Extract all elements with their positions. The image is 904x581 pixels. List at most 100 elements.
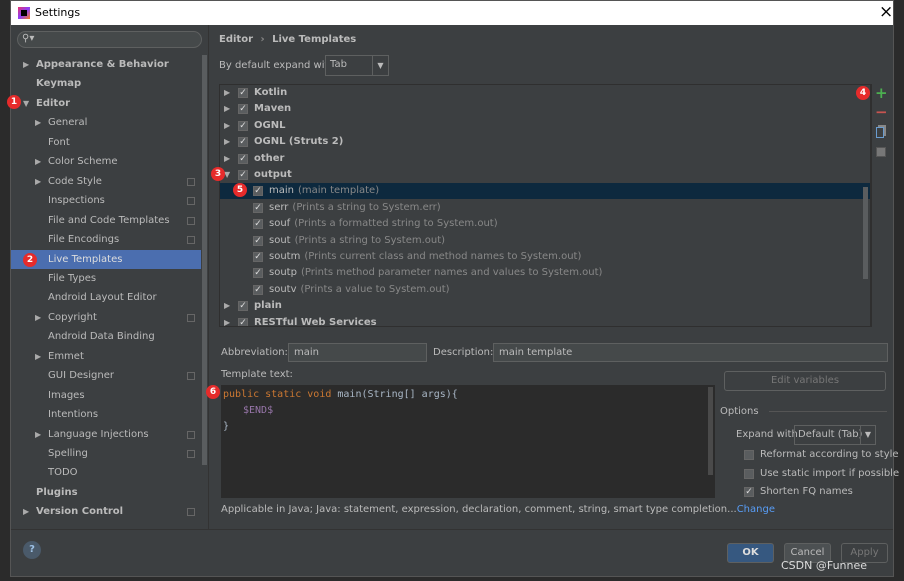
enabled-checkbox[interactable]: ✓ bbox=[253, 284, 263, 295]
sidebar-item-intentions[interactable]: Intentions bbox=[11, 405, 201, 424]
sidebar-item-live-templates[interactable]: Live Templates bbox=[11, 249, 201, 269]
expand-arrow-icon[interactable]: ▶ bbox=[23, 55, 29, 74]
sidebar-item-code-style[interactable]: ▶ Code Style bbox=[11, 172, 201, 191]
template-group-row[interactable]: ▶ ✓ plain bbox=[220, 298, 870, 314]
copy-icon[interactable] bbox=[876, 127, 884, 138]
enabled-checkbox[interactable]: ✓ bbox=[253, 235, 263, 246]
template-row[interactable]: ✓ main (main template) bbox=[220, 183, 870, 200]
ok-button[interactable]: OK bbox=[727, 543, 774, 563]
expand-arrow-icon[interactable]: ▶ bbox=[35, 308, 41, 327]
add-template-button[interactable]: + bbox=[875, 84, 888, 102]
template-row[interactable]: ✓ serr (Prints a string to System.err) bbox=[220, 200, 870, 216]
sidebar-scrollbar[interactable] bbox=[202, 55, 207, 465]
enabled-checkbox[interactable]: ✓ bbox=[238, 301, 248, 312]
enabled-checkbox[interactable]: ✓ bbox=[238, 317, 248, 326]
sidebar-item-color-scheme[interactable]: ▶ Color Scheme bbox=[11, 152, 201, 171]
list-icon[interactable] bbox=[876, 147, 886, 157]
sidebar-item-spelling[interactable]: Spelling bbox=[11, 444, 201, 463]
template-row[interactable]: ✓ souf (Prints a formatted string to Syste… bbox=[220, 216, 870, 232]
template-name: soutm (Prints current class and method na… bbox=[269, 249, 581, 265]
expand-arrow-icon[interactable]: ▶ bbox=[35, 347, 41, 366]
enabled-checkbox[interactable]: ✓ bbox=[253, 268, 263, 279]
template-group-row[interactable]: ▶ ✓ OGNL (Struts 2) bbox=[220, 134, 870, 150]
template-row[interactable]: ✓ soutv (Prints a value to System.out) bbox=[220, 282, 870, 298]
remove-template-button[interactable]: − bbox=[875, 103, 888, 121]
expand-arrow-icon[interactable]: ▶ bbox=[224, 85, 230, 101]
sidebar-item-copyright[interactable]: ▶ Copyright bbox=[11, 308, 201, 327]
enabled-checkbox[interactable]: ✓ bbox=[253, 202, 263, 213]
sidebar-item-keymap[interactable]: Keymap bbox=[11, 74, 201, 93]
expand-arrow-icon[interactable]: ▶ bbox=[35, 113, 41, 132]
template-row[interactable]: ✓ sout (Prints a string to System.out) bbox=[220, 233, 870, 249]
sidebar-item-file-encodings[interactable]: File Encodings bbox=[11, 230, 201, 249]
checkbox[interactable] bbox=[744, 468, 754, 479]
sidebar-item-gui-designer[interactable]: GUI Designer bbox=[11, 366, 201, 385]
breadcrumb-editor[interactable]: Editor bbox=[219, 34, 253, 45]
template-row[interactable]: ✓ soutp (Prints method parameter names and… bbox=[220, 265, 870, 281]
template-name: RESTful Web Services bbox=[254, 315, 377, 326]
enabled-checkbox[interactable]: ✓ bbox=[238, 170, 248, 180]
change-context-link[interactable]: Change bbox=[737, 504, 775, 515]
expand-arrow-icon[interactable]: ▶ bbox=[35, 425, 41, 444]
search-input[interactable]: ⚲▾ bbox=[17, 31, 202, 48]
edit-variables-button[interactable]: Edit variables bbox=[724, 371, 886, 391]
description-input[interactable]: main template bbox=[493, 343, 888, 362]
sidebar-item-version-control[interactable]: ▶ Version Control bbox=[11, 502, 201, 521]
expand-arrow-icon[interactable]: ▶ bbox=[23, 502, 29, 521]
enabled-checkbox[interactable]: ✓ bbox=[238, 104, 248, 115]
collapse-arrow-icon[interactable]: ▼ bbox=[23, 94, 29, 113]
sidebar-item-plugins[interactable]: Plugins bbox=[11, 483, 201, 502]
template-text-editor[interactable]: public static void main(String[] args){ … bbox=[221, 385, 715, 498]
expand-arrow-icon[interactable]: ▶ bbox=[224, 101, 230, 117]
template-group-row[interactable]: ▼ ✓ output bbox=[220, 167, 870, 183]
expand-arrow-icon[interactable]: ▶ bbox=[224, 315, 230, 326]
expand-with-select[interactable]: Default (Tab) ▼ bbox=[794, 425, 876, 445]
sidebar-item-appearance-behavior[interactable]: ▶ Appearance & Behavior bbox=[11, 55, 201, 74]
sidebar-item-label: Appearance & Behavior bbox=[36, 59, 169, 70]
sidebar-item-editor[interactable]: ▼ Editor bbox=[11, 94, 201, 113]
enabled-checkbox[interactable]: ✓ bbox=[238, 153, 248, 164]
tree-scrollbar[interactable] bbox=[863, 187, 868, 279]
sidebar-item-images[interactable]: Images bbox=[11, 386, 201, 405]
help-button[interactable]: ? bbox=[23, 541, 41, 559]
close-icon[interactable]: × bbox=[879, 2, 893, 22]
template-row[interactable]: ✓ soutm (Prints current class and method n… bbox=[220, 249, 870, 265]
sidebar-item-file-and-code-templates[interactable]: File and Code Templates bbox=[11, 211, 201, 230]
sidebar-item-inspections[interactable]: Inspections bbox=[11, 191, 201, 210]
sidebar-item-emmet[interactable]: ▶ Emmet bbox=[11, 347, 201, 366]
enabled-checkbox[interactable]: ✓ bbox=[253, 219, 263, 230]
expand-arrow-icon[interactable]: ▶ bbox=[224, 298, 230, 314]
checkbox[interactable]: ✓ bbox=[744, 487, 754, 497]
project-settings-icon bbox=[187, 236, 195, 245]
enabled-checkbox[interactable]: ✓ bbox=[238, 137, 248, 148]
sidebar-item-general[interactable]: ▶ General bbox=[11, 113, 201, 132]
template-group-row[interactable]: ▶ ✓ Kotlin bbox=[220, 85, 870, 101]
annotation-badge-5: 5 bbox=[233, 183, 247, 197]
sidebar-item-language-injections[interactable]: ▶ Language Injections bbox=[11, 425, 201, 444]
abbreviation-input[interactable]: main bbox=[288, 343, 427, 362]
template-group-row[interactable]: ▶ ✓ other bbox=[220, 151, 870, 167]
enabled-checkbox[interactable]: ✓ bbox=[238, 88, 248, 98]
expand-arrow-icon[interactable]: ▶ bbox=[35, 172, 41, 191]
template-group-row[interactable]: ▶ ✓ Maven bbox=[220, 101, 870, 117]
expand-arrow-icon[interactable]: ▶ bbox=[224, 134, 230, 150]
template-name: output bbox=[254, 167, 292, 183]
expand-default-select[interactable]: Tab ▼ bbox=[325, 55, 389, 76]
sidebar-item-font[interactable]: Font bbox=[11, 133, 201, 152]
sidebar-item-todo[interactable]: TODO bbox=[11, 463, 201, 482]
expand-arrow-icon[interactable]: ▶ bbox=[35, 152, 41, 171]
template-group-row[interactable]: ▶ ✓ OGNL bbox=[220, 118, 870, 134]
expand-arrow-icon[interactable]: ▶ bbox=[224, 118, 230, 134]
applicable-contexts: Applicable in Java; Java: statement, exp… bbox=[221, 504, 775, 515]
sidebar-item-android-data-binding[interactable]: Android Data Binding bbox=[11, 327, 201, 346]
sidebar-item-file-types[interactable]: File Types bbox=[11, 269, 201, 288]
sidebar-item-android-layout-editor[interactable]: Android Layout Editor bbox=[11, 288, 201, 307]
enabled-checkbox[interactable]: ✓ bbox=[253, 186, 263, 197]
template-abbreviation: sout bbox=[269, 234, 291, 246]
enabled-checkbox[interactable]: ✓ bbox=[238, 120, 248, 131]
template-group-row[interactable]: ▶ ✓ RESTful Web Services bbox=[220, 315, 870, 326]
expand-arrow-icon[interactable]: ▶ bbox=[224, 151, 230, 167]
enabled-checkbox[interactable]: ✓ bbox=[253, 252, 263, 262]
checkbox[interactable] bbox=[744, 450, 754, 460]
editor-scrollbar[interactable] bbox=[708, 387, 713, 475]
